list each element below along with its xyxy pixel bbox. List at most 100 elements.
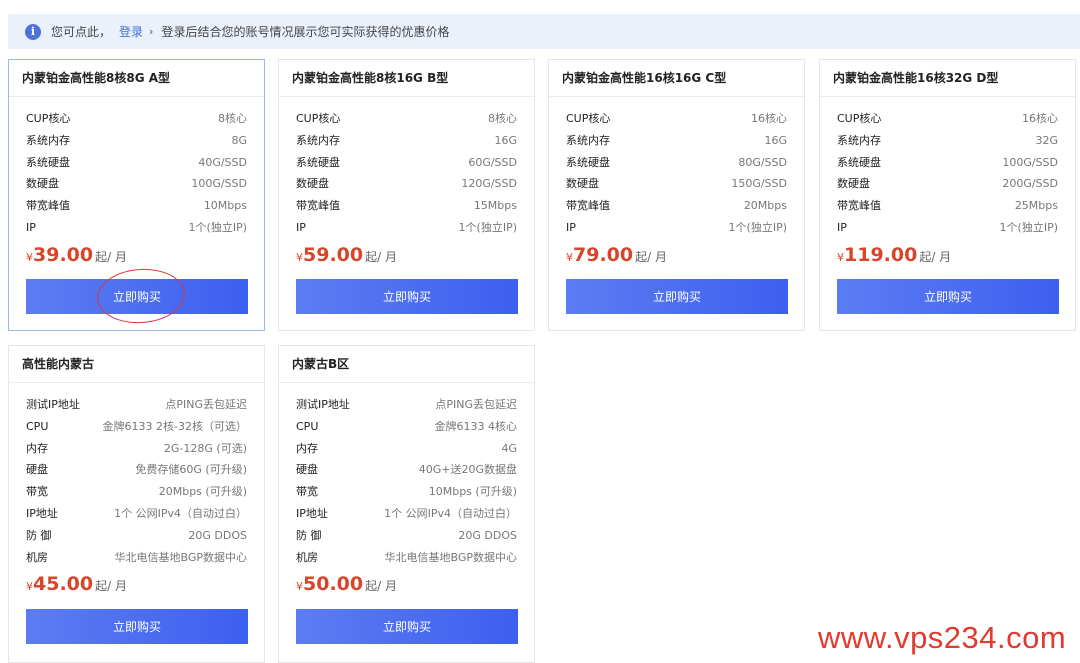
plan-title: 内蒙铂金高性能8核8G A型 xyxy=(9,60,264,97)
spec-value: 4G xyxy=(501,441,517,455)
spec-value: 150G/SSD xyxy=(731,177,787,191)
spec-label: 系统硬盘 xyxy=(837,155,881,169)
spec-row: CUP核心 8核心 xyxy=(26,108,247,130)
plan-card-c[interactable]: 内蒙铂金高性能16核16G C型 CUP核心 16核心 系统内存 16G 系统硬盘 8… xyxy=(548,59,805,331)
spec-row: CUP核心 16核心 xyxy=(837,108,1058,130)
spec-label: 内存 xyxy=(26,441,48,455)
notice-text: 您可点此， xyxy=(51,25,112,39)
spec-label: 系统内存 xyxy=(296,133,340,147)
spec-row: 带宽峰值 25Mbps xyxy=(837,195,1058,217)
plan-price: ¥50.00 起/ 月 xyxy=(296,573,397,595)
spec-row: 带宽 10Mbps (可升级) xyxy=(296,481,517,503)
spec-label: 数硬盘 xyxy=(296,177,329,191)
spec-row: 系统硬盘 40G/SSD xyxy=(26,152,247,174)
price-unit: 起/ 月 xyxy=(95,579,127,593)
buy-now-button[interactable]: 立即购买 xyxy=(296,609,518,644)
spec-label: 机房 xyxy=(296,550,318,564)
spec-value: 1个(独立IP) xyxy=(999,220,1058,234)
spec-label: CPU xyxy=(296,419,319,433)
spec-row: 数硬盘 120G/SSD xyxy=(296,173,517,195)
plan-card-high-performance[interactable]: 高性能内蒙古 测试IP地址 点PING丢包延迟 CPU 金牌6133 2核-32核（… xyxy=(8,345,265,663)
buy-now-button[interactable]: 立即购买 xyxy=(296,279,518,314)
spec-label: CPU xyxy=(26,419,49,433)
spec-row: 硬盘 40G+送20G数据盘 xyxy=(296,459,517,481)
spec-row: IP 1个(独立IP) xyxy=(566,217,787,239)
currency-symbol: ¥ xyxy=(26,580,33,593)
notice-description: 登录后结合您的账号情况展示您可实际获得的优惠价格 xyxy=(161,25,450,39)
currency-symbol: ¥ xyxy=(837,251,844,264)
spec-list: CUP核心 8核心 系统内存 8G 系统硬盘 40G/SSD 数硬盘 100G/SSD … xyxy=(26,108,247,239)
login-link[interactable]: 登录 xyxy=(119,23,143,40)
spec-label: 系统硬盘 xyxy=(296,155,340,169)
ping-test-link[interactable]: 点PING丢包延迟 xyxy=(165,394,247,416)
spec-row: 带宽 20Mbps (可升级) xyxy=(26,481,247,503)
spec-row: 系统内存 16G xyxy=(566,130,787,152)
currency-symbol: ¥ xyxy=(296,251,303,264)
buy-now-button[interactable]: 立即购买 xyxy=(26,279,248,314)
spec-label: 系统内存 xyxy=(26,133,70,147)
ping-test-link[interactable]: 点PING丢包延迟 xyxy=(435,394,517,416)
spec-row: IP 1个(独立IP) xyxy=(837,217,1058,239)
spec-value: 10Mbps (可升级) xyxy=(428,485,517,499)
plan-title: 内蒙铂金高性能8核16G B型 xyxy=(279,60,534,97)
spec-value: 1个(独立IP) xyxy=(188,220,247,234)
spec-value: 8核心 xyxy=(488,112,517,125)
spec-row: 系统内存 8G xyxy=(26,130,247,152)
spec-row: 带宽峰值 20Mbps xyxy=(566,195,787,217)
spec-label: 测试IP地址 xyxy=(296,398,350,411)
spec-value: 1个(独立IP) xyxy=(728,220,787,234)
spec-value: 华北电信基地BGP数据中心 xyxy=(384,550,517,564)
spec-value: 免费存储60G (可升级) xyxy=(135,463,247,477)
spec-value: 1个 公网IPv4（自动过白） xyxy=(114,506,247,520)
spec-value: 16G xyxy=(494,133,517,147)
buy-now-button[interactable]: 立即购买 xyxy=(26,609,248,644)
spec-label: IP xyxy=(296,220,306,234)
spec-row: CPU 金牌6133 2核-32核（可选） xyxy=(26,416,247,438)
spec-row: 机房 华北电信基地BGP数据中心 xyxy=(296,547,517,569)
spec-label: 系统内存 xyxy=(837,133,881,147)
spec-value: 20Mbps xyxy=(743,199,787,213)
price-unit: 起/ 月 xyxy=(919,250,952,264)
spec-row: 内存 4G xyxy=(296,438,517,460)
spec-value: 120G/SSD xyxy=(461,177,517,191)
spec-value: 金牌6133 4核心 xyxy=(434,419,518,433)
spec-label: 系统内存 xyxy=(566,133,610,147)
spec-label: CUP核心 xyxy=(566,112,611,125)
info-icon: i xyxy=(25,23,41,40)
buy-now-button[interactable]: 立即购买 xyxy=(566,279,788,314)
spec-value: 20G DDOS xyxy=(458,528,517,542)
spec-row: 防 御 20G DDOS xyxy=(296,525,517,547)
buy-now-button[interactable]: 立即购买 xyxy=(837,279,1059,314)
spec-row: IP 1个(独立IP) xyxy=(26,217,247,239)
spec-label: 硬盘 xyxy=(26,463,48,477)
spec-row: IP地址 1个 公网IPv4（自动过白） xyxy=(26,503,247,525)
spec-label: CUP核心 xyxy=(296,112,341,125)
plan-card-b[interactable]: 内蒙铂金高性能8核16G B型 CUP核心 8核心 系统内存 16G 系统硬盘 60G… xyxy=(278,59,535,331)
spec-list: CUP核心 8核心 系统内存 16G 系统硬盘 60G/SSD 数硬盘 120G/SSD… xyxy=(296,108,517,239)
plan-card-d[interactable]: 内蒙铂金高性能16核32G D型 CUP核心 16核心 系统内存 32G 系统硬盘 1… xyxy=(819,59,1076,331)
spec-value: 80G/SSD xyxy=(738,155,787,169)
spec-label: 带宽峰值 xyxy=(296,199,340,213)
spec-row: 内存 2G-128G (可选) xyxy=(26,438,247,460)
spec-row: 带宽峰值 15Mbps xyxy=(296,195,517,217)
chevron-right-icon: › xyxy=(149,25,154,38)
spec-label: IP地址 xyxy=(26,506,58,520)
spec-label: IP xyxy=(837,220,847,234)
plan-card-b-zone[interactable]: 内蒙古B区 测试IP地址 点PING丢包延迟 CPU 金牌6133 4核心 内存 4G… xyxy=(278,345,535,663)
spec-label: 系统硬盘 xyxy=(566,155,610,169)
plan-card-a[interactable]: 内蒙铂金高性能8核8G A型 CUP核心 8核心 系统内存 8G 系统硬盘 40G/S… xyxy=(8,59,265,331)
spec-value: 20Mbps (可升级) xyxy=(158,485,247,499)
plan-title: 内蒙铂金高性能16核32G D型 xyxy=(820,60,1075,97)
spec-value: 8核心 xyxy=(218,112,247,125)
spec-row: 数硬盘 200G/SSD xyxy=(837,173,1058,195)
spec-value: 200G/SSD xyxy=(1002,177,1058,191)
spec-label: CUP核心 xyxy=(26,112,71,125)
currency-symbol: ¥ xyxy=(566,251,573,264)
spec-row: 数硬盘 150G/SSD xyxy=(566,173,787,195)
spec-label: 带宽 xyxy=(26,485,48,499)
price-unit: 起/ 月 xyxy=(635,250,667,264)
spec-row: 数硬盘 100G/SSD xyxy=(26,173,247,195)
spec-value: 金牌6133 2核-32核（可选） xyxy=(102,419,247,433)
spec-row: IP地址 1个 公网IPv4（自动过白） xyxy=(296,503,517,525)
price-unit: 起/ 月 xyxy=(365,250,397,264)
